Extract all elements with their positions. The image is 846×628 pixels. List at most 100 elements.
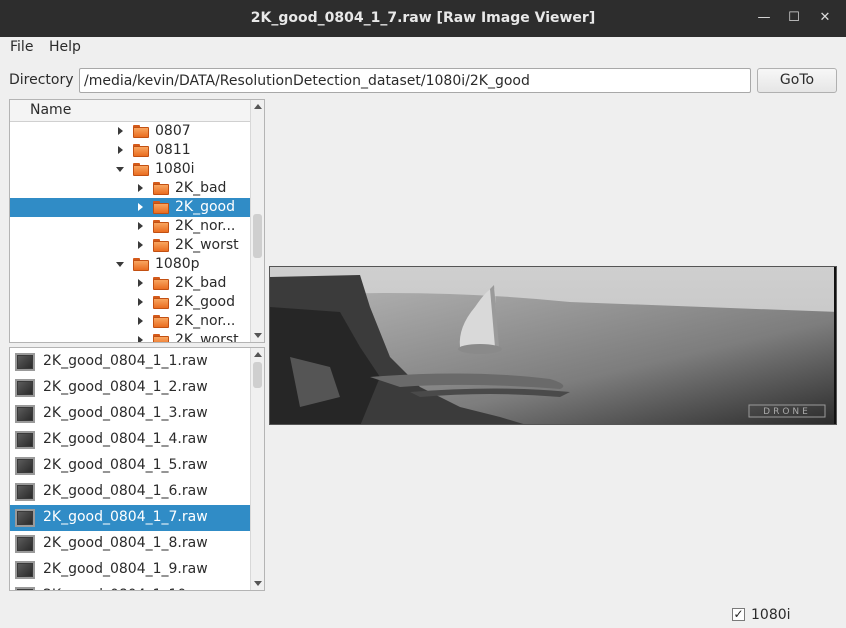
file-name: 2K_good_0804_1_1.raw [43,353,208,369]
folder-icon [153,277,169,290]
file-name: 2K_good_0804_1_7.raw [43,509,208,525]
expand-right-icon[interactable] [138,241,143,249]
file-list-item[interactable]: 2K_good_0804_1_8.raw [10,531,250,557]
tree-item-label: 1080i [155,161,195,177]
folder-icon [153,296,169,309]
expand-right-icon[interactable] [138,222,143,230]
file-list-item[interactable]: 2K_good_0804_1_4.raw [10,427,250,453]
file-list-item[interactable]: 2K_good_0804_1_3.raw [10,401,250,427]
tree-item[interactable]: 0811 [10,141,250,160]
tree-item-label: 2K_nor... [175,313,236,329]
file-name: 2K_good_0804_1_10.raw [43,587,217,590]
tree-item-label: 2K_bad [175,275,227,291]
scroll-up-icon[interactable] [254,352,262,357]
tree-item-label: 2K_good [175,199,235,215]
tree-header[interactable]: Name [10,100,250,122]
tree-item[interactable]: 2K_bad [10,274,250,293]
expand-right-icon[interactable] [138,317,143,325]
filelist-scrollbar[interactable] [250,348,264,590]
tree-item[interactable]: 2K_bad [10,179,250,198]
expand-right-icon[interactable] [138,203,143,211]
folder-tree[interactable]: Name 0807 0811 1080i 2K_bad 2K_good 2K_nor...… [9,99,265,343]
minimize-icon[interactable]: — [752,6,776,30]
file-list-item[interactable]: 2K_good_0804_1_9.raw [10,557,250,583]
folder-icon [153,201,169,214]
file-list-item[interactable]: 2K_good_0804_1_6.raw [10,479,250,505]
tree-item[interactable]: 2K_nor... [10,217,250,236]
tree-scrollbar[interactable] [250,100,264,342]
tree-item-label: 2K_bad [175,180,227,196]
expand-right-icon[interactable] [138,336,143,342]
tree-item-label: 1080p [155,256,200,272]
tree-item[interactable]: 0807 [10,122,250,141]
image-file-icon [15,535,35,553]
file-list[interactable]: 2K_good_0804_1_1.raw 2K_good_0804_1_2.raw… [9,347,265,591]
expand-right-icon[interactable] [138,298,143,306]
image-preview: DRONE [269,266,837,425]
folder-icon [153,334,169,342]
folder-icon [133,163,149,176]
tree-item-label: 2K_worst [175,237,239,253]
expand-right-icon[interactable] [118,127,123,135]
image-file-icon [15,405,35,423]
file-name: 2K_good_0804_1_8.raw [43,535,208,551]
expand-down-icon[interactable] [116,262,124,267]
tree-item[interactable]: 2K_good [10,198,250,217]
file-list-item[interactable]: 2K_good_0804_1_5.raw [10,453,250,479]
scroll-down-icon[interactable] [254,333,262,338]
close-icon[interactable]: ✕ [813,6,837,30]
tree-item[interactable]: 2K_worst [10,331,250,343]
folder-icon [153,315,169,328]
tree-item-label: 2K_worst [175,332,239,343]
tree-item[interactable]: 2K_good [10,293,250,312]
file-name: 2K_good_0804_1_9.raw [43,561,208,577]
folder-icon [153,220,169,233]
image-file-icon [15,587,35,590]
window-title: 2K_good_0804_1_7.raw [Raw Image Viewer] [250,10,596,26]
folder-icon [133,258,149,271]
image-file-icon [15,509,35,527]
expand-right-icon[interactable] [118,146,123,154]
tree-item[interactable]: 1080i [10,160,250,179]
image-file-icon [15,379,35,397]
folder-icon [153,182,169,195]
aerial-photo: DRONE [270,267,836,424]
menu-file[interactable]: File [10,39,33,55]
goto-button[interactable]: GoTo [757,68,837,93]
image-file-icon [15,483,35,501]
tree-item-label: 0807 [155,123,191,139]
file-name: 2K_good_0804_1_2.raw [43,379,208,395]
scroll-thumb[interactable] [253,214,262,258]
checkbox-box[interactable]: ✓ [732,608,745,621]
folder-icon [153,239,169,252]
tree-item[interactable]: 2K_nor... [10,312,250,331]
file-list-item[interactable]: 2K_good_0804_1_2.raw [10,375,250,401]
image-file-icon [15,561,35,579]
tree-item-label: 0811 [155,142,191,158]
file-list-item[interactable]: 2K_good_0804_1_10.raw [10,583,250,590]
tree-item-label: 2K_good [175,294,235,310]
tree-header-name: Name [30,102,72,118]
watermark-text: DRONE [763,407,811,417]
tree-item[interactable]: 2K_worst [10,236,250,255]
scroll-thumb[interactable] [253,362,262,388]
scroll-down-icon[interactable] [254,581,262,586]
expand-right-icon[interactable] [138,279,143,287]
tree-item[interactable]: 1080p [10,255,250,274]
file-name: 2K_good_0804_1_5.raw [43,457,208,473]
file-name: 2K_good_0804_1_6.raw [43,483,208,499]
maximize-icon[interactable]: ☐ [782,6,806,30]
image-file-icon [15,457,35,475]
directory-input[interactable] [79,68,751,93]
file-name: 2K_good_0804_1_4.raw [43,431,208,447]
file-list-item[interactable]: 2K_good_0804_1_1.raw [10,349,250,375]
expand-right-icon[interactable] [138,184,143,192]
tree-item-label: 2K_nor... [175,218,236,234]
menu-help[interactable]: Help [49,39,81,55]
menu-bar: File Help [0,37,846,59]
file-name: 2K_good_0804_1_3.raw [43,405,208,421]
file-list-item[interactable]: 2K_good_0804_1_7.raw [10,505,250,531]
expand-down-icon[interactable] [116,167,124,172]
scroll-up-icon[interactable] [254,104,262,109]
checkbox-label: 1080i [751,607,791,623]
